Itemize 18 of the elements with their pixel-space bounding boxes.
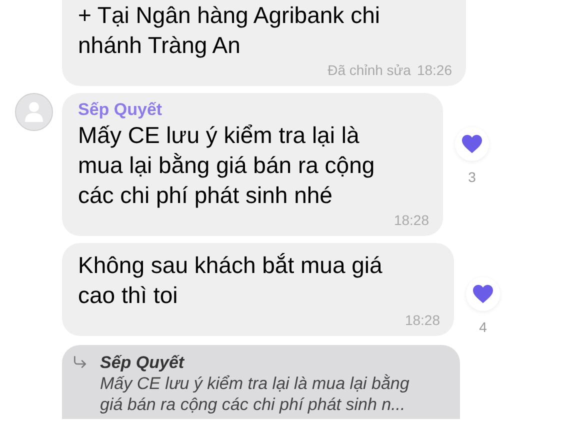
message-time: 18:28: [404, 311, 440, 330]
quoted-sender: Sếp Quyết: [100, 352, 186, 373]
message-time: 18:28: [394, 211, 429, 230]
heart-icon: [472, 284, 494, 304]
message-text: Mấy CE lưu ý kiểm tra lại là mua lại bằng giá bán ra cộng các chi phí phát sinh nhé: [78, 121, 376, 210]
message-text: Không sau khách bắt mua giá cao thì toi: [78, 251, 384, 310]
message-text: + Tại Ngân hàng Agribank chi nhánh Tràng An: [78, 1, 381, 60]
message-time: 18:26: [416, 61, 452, 80]
reaction-count: 3: [468, 168, 476, 187]
reaction-badge[interactable]: [455, 127, 489, 161]
sender-name: Sếp Quyết: [78, 100, 164, 120]
reaction-badge[interactable]: [466, 277, 500, 311]
reaction-count: 4: [479, 318, 487, 337]
reply-icon: [72, 354, 88, 370]
quoted-text: Mấy CE lưu ý kiểm tra lại là mua lại bằng giá bán ra cộng các chi phí phát sinh n...: [100, 373, 410, 415]
heart-icon: [461, 134, 483, 154]
edited-label: Đã chỉnh sửa: [328, 61, 411, 80]
person-icon: [24, 101, 44, 123]
